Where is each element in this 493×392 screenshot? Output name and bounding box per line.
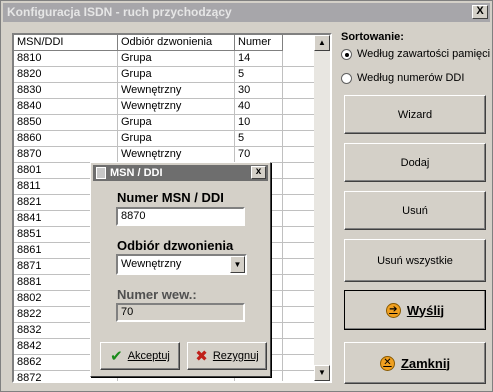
close-button[interactable]: ✕ Zamknij: [344, 342, 486, 384]
table-cell: 8810: [14, 51, 118, 67]
window-title: Konfiguracja ISDN - ruch przychodzący: [7, 5, 232, 19]
msn-label: Numer MSN / DDI: [117, 190, 224, 205]
radio-dot-icon: [341, 48, 352, 60]
ext-label: Numer wew.:: [117, 287, 197, 302]
table-row[interactable]: 8810 Grupa 14: [14, 51, 314, 67]
sort-by-ddi-radio[interactable]: Według numerów DDI: [341, 72, 464, 84]
column-header-ring[interactable]: Odbiór dzwonienia: [118, 35, 235, 51]
table-cell: Wewnętrzny: [118, 83, 235, 99]
add-button-label: Dodaj: [400, 156, 430, 169]
send-button[interactable]: ➔ Wyślij: [344, 290, 486, 330]
sort-by-memory-radio[interactable]: Według zawartości pamięci: [341, 48, 490, 60]
table-cell: Grupa: [118, 51, 235, 67]
table-cell: 14: [235, 51, 283, 67]
add-button[interactable]: Dodaj: [344, 143, 486, 182]
ext-input: 70: [116, 303, 245, 322]
table-cell: 5: [235, 67, 283, 83]
table-cell: Grupa: [118, 67, 235, 83]
table-cell: 70: [235, 147, 283, 163]
sort-option-label: Według numerów DDI: [357, 72, 465, 84]
list-header: MSN/DDI Odbiór dzwonienia Numer: [14, 35, 314, 51]
wizard-button[interactable]: Wizard: [344, 95, 486, 134]
table-cell: Wewnętrzny: [118, 99, 235, 115]
scroll-down-icon[interactable]: ▼: [314, 365, 330, 381]
table-cell: 5: [235, 131, 283, 147]
table-row[interactable]: 8830 Wewnętrzny 30: [14, 83, 314, 99]
close-button-label: Zamknij: [400, 355, 451, 371]
table-cell: 8860: [14, 131, 118, 147]
remove-button-label: Usuń: [402, 204, 428, 217]
table-cell: Grupa: [118, 131, 235, 147]
remove-all-button[interactable]: Usuń wszystkie: [344, 239, 486, 282]
dialog-app-icon: [96, 167, 106, 179]
column-header-msn[interactable]: MSN/DDI: [14, 35, 118, 51]
window-titlebar: Konfiguracja ISDN - ruch przychodzący X: [3, 3, 490, 22]
window-close-button[interactable]: X: [472, 5, 488, 19]
table-row[interactable]: 8870 Wewnętrzny 70: [14, 147, 314, 163]
cancel-x-icon: ✖: [195, 348, 208, 365]
column-header-number[interactable]: Numer: [235, 35, 283, 51]
ring-label: Odbiór dzwonienia: [117, 238, 234, 253]
table-cell: 10: [235, 115, 283, 131]
table-row[interactable]: 8850 Grupa 10: [14, 115, 314, 131]
table-cell: Grupa: [118, 115, 235, 131]
sorting-title: Sortowanie:: [341, 31, 404, 43]
ring-select[interactable]: Wewnętrzny ▼: [116, 254, 247, 275]
table-cell: 8840: [14, 99, 118, 115]
scroll-up-icon[interactable]: ▲: [314, 35, 330, 51]
table-row[interactable]: 8820 Grupa 5: [14, 67, 314, 83]
table-row[interactable]: 8860 Grupa 5: [14, 131, 314, 147]
cancel-button-label: Rezygnuj: [212, 350, 259, 362]
table-cell: 40: [235, 99, 283, 115]
send-arrow-icon: ➔: [385, 302, 401, 318]
close-x-icon: ✕: [379, 355, 395, 371]
remove-all-button-label: Usuń wszystkie: [377, 254, 453, 267]
dialog-title: MSN / DDI: [110, 167, 163, 179]
chevron-down-icon[interactable]: ▼: [230, 256, 245, 273]
table-row[interactable]: 8840 Wewnętrzny 40: [14, 99, 314, 115]
table-cell: 8830: [14, 83, 118, 99]
msn-ddi-dialog: MSN / DDI x Numer MSN / DDI 8870 Odbiór …: [90, 162, 271, 377]
sort-option-label: Według zawartości pamięci: [357, 48, 491, 60]
main-window: Konfiguracja ISDN - ruch przychodzący X …: [0, 0, 493, 392]
accept-button[interactable]: ✔ Akceptuj: [100, 342, 180, 370]
vertical-scrollbar[interactable]: ▲ ▼: [314, 35, 330, 381]
checkmark-icon: ✔: [110, 348, 123, 365]
dialog-titlebar: MSN / DDI x: [93, 165, 268, 181]
radio-dot-icon: [341, 72, 352, 84]
table-cell: 8820: [14, 67, 118, 83]
ring-select-value: Wewnętrzny: [121, 258, 182, 270]
table-cell: 8850: [14, 115, 118, 131]
table-cell: 8870: [14, 147, 118, 163]
cancel-button[interactable]: ✖ Rezygnuj: [187, 342, 267, 370]
remove-button[interactable]: Usuń: [344, 191, 486, 230]
send-button-label: Wyślij: [406, 302, 445, 318]
table-cell: 30: [235, 83, 283, 99]
accept-button-label: Akceptuj: [127, 350, 170, 362]
wizard-button-label: Wizard: [397, 108, 433, 121]
table-cell: Wewnętrzny: [118, 147, 235, 163]
msn-input[interactable]: 8870: [116, 207, 245, 226]
dialog-close-button[interactable]: x: [251, 166, 266, 179]
